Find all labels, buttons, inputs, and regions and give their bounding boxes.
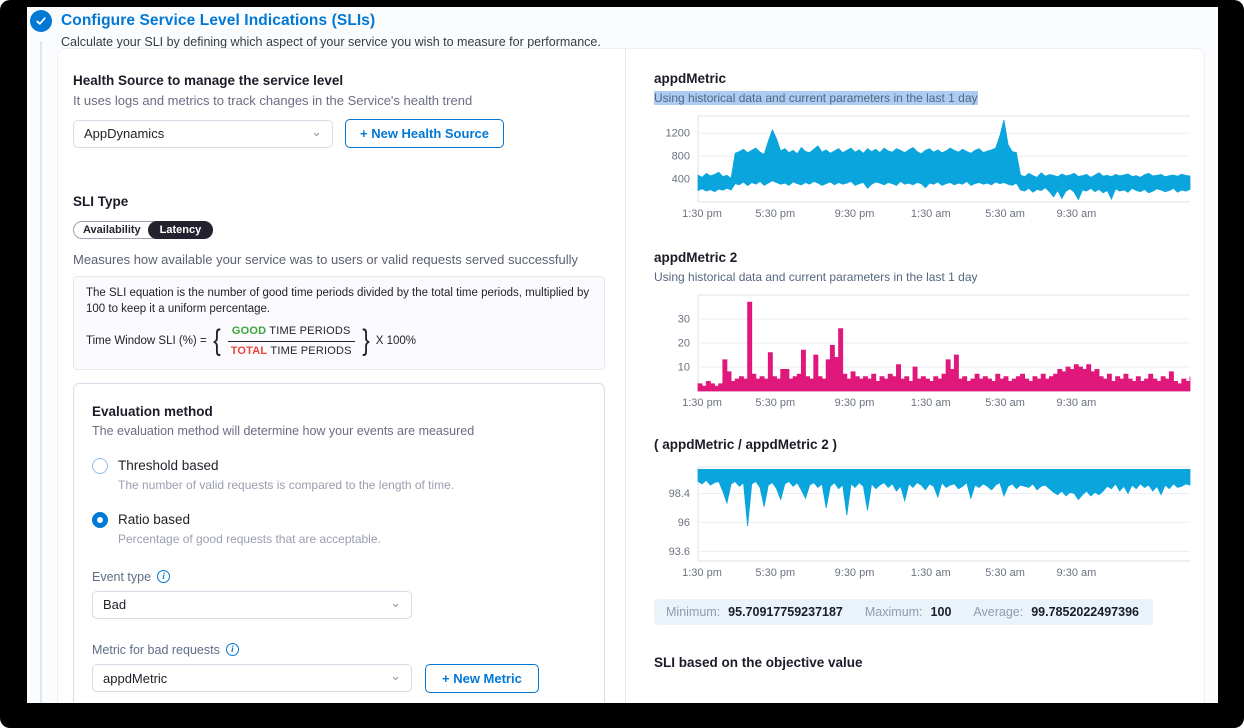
sli-type-option-latency[interactable]: Latency — [148, 221, 214, 239]
chevron-down-icon: ⌄ — [390, 671, 401, 681]
chart-title: appdMetric 2 — [654, 250, 1194, 265]
info-icon[interactable]: i — [157, 570, 170, 583]
chart-appdmetric: appdMetric Using historical data and cur… — [654, 71, 1194, 228]
chart-canvas-appdmetric: 400 800 1200 1:30 pm 5:30 pm 9:30 pm 1:30 am 5:… — [654, 111, 1194, 228]
svg-text:1:30 pm: 1:30 pm — [682, 397, 722, 409]
sli-equation-text: The SLI equation is the number of good t… — [86, 286, 592, 317]
svg-text:9:30 am: 9:30 am — [1057, 208, 1097, 220]
evaluation-method-description: The evaluation method will determine how… — [92, 424, 589, 438]
sli-equation-formula: Time Window SLI (%) = { GOOD TIME PERIOD… — [86, 324, 592, 359]
maximum-label: Maximum: — [865, 605, 923, 619]
chevron-down-icon: ⌄ — [311, 127, 322, 137]
equation-denominator-rest: TIME PERIODS — [267, 345, 351, 357]
radio-ratio-based[interactable]: Ratio based — [92, 512, 589, 528]
svg-text:1:30 am: 1:30 am — [911, 397, 951, 409]
average-label: Average: — [973, 605, 1023, 619]
threshold-based-description: The number of valid requests is compared… — [118, 478, 589, 492]
svg-text:96: 96 — [678, 517, 690, 529]
svg-text:98.4: 98.4 — [669, 488, 690, 500]
svg-text:5:30 pm: 5:30 pm — [755, 567, 795, 579]
left-brace: { — [213, 326, 221, 356]
svg-text:9:30 pm: 9:30 pm — [835, 208, 875, 220]
equation-numerator-rest: TIME PERIODS — [266, 325, 350, 337]
average-value: 99.7852022497396 — [1031, 605, 1139, 619]
svg-text:1:30 am: 1:30 am — [911, 208, 951, 220]
svg-text:5:30 pm: 5:30 pm — [755, 208, 795, 220]
step-complete-check-icon — [30, 10, 52, 32]
metric-bad-selected-value: appdMetric — [103, 671, 167, 686]
stepper-line — [40, 41, 42, 703]
evaluation-method-box: Evaluation method The evaluation method … — [73, 383, 605, 703]
chart-canvas-appdmetric2: 10 20 30 1:30 pm 5:30 pm 9:30 pm 1:30 am 5:30 a… — [654, 290, 1194, 417]
svg-text:20: 20 — [678, 338, 690, 350]
svg-text:9:30 am: 9:30 am — [1057, 397, 1097, 409]
page-title: Configure Service Level Indications (SLI… — [61, 12, 375, 30]
svg-text:93.6: 93.6 — [669, 546, 690, 558]
charts-column: appdMetric Using historical data and cur… — [626, 49, 1204, 703]
new-health-source-button[interactable]: + New Health Source — [345, 119, 504, 148]
svg-text:5:30 am: 5:30 am — [985, 208, 1025, 220]
health-source-description: It uses logs and metrics to track change… — [73, 93, 605, 108]
chart-title: appdMetric — [654, 71, 1194, 86]
radio-threshold-based[interactable]: Threshold based — [92, 458, 589, 474]
chart-appdmetric2: appdMetric 2 Using historical data and c… — [654, 250, 1194, 417]
metric-bad-select[interactable]: appdMetric ⌄ — [92, 664, 412, 692]
metric-bad-label: Metric for bad requests i — [92, 643, 589, 657]
slo-configuration-page: Configure Service Level Indications (SLI… — [27, 7, 1218, 703]
new-metric-button-bad[interactable]: + New Metric — [425, 664, 539, 693]
right-brace: } — [362, 326, 370, 356]
sli-form-column: Health Source to manage the service leve… — [58, 49, 626, 703]
event-type-select[interactable]: Bad ⌄ — [92, 591, 412, 619]
sli-type-option-availability[interactable]: Availability — [74, 222, 149, 238]
info-icon[interactable]: i — [226, 643, 239, 656]
svg-text:1:30 am: 1:30 am — [911, 567, 951, 579]
page-subtitle: Calculate your SLI by defining which asp… — [61, 35, 601, 49]
chevron-down-icon: ⌄ — [390, 598, 401, 608]
svg-text:800: 800 — [672, 151, 690, 163]
event-type-label: Event type i — [92, 570, 589, 584]
evaluation-method-title: Evaluation method — [92, 404, 589, 419]
svg-text:9:30 pm: 9:30 pm — [835, 397, 875, 409]
sli-type-toggle: Availability Latency — [73, 221, 213, 239]
window-frame: Configure Service Level Indications (SLI… — [0, 0, 1244, 728]
section-header: Configure Service Level Indications (SLI… — [30, 10, 601, 49]
equation-prefix: Time Window SLI (%) = — [86, 334, 207, 350]
ratio-stats-bar: Minimum: 95.70917759237187 Maximum: 100 … — [654, 599, 1153, 625]
svg-text:10: 10 — [678, 362, 690, 374]
radio-unselected-icon[interactable] — [92, 458, 108, 474]
svg-text:9:30 pm: 9:30 pm — [835, 567, 875, 579]
event-type-selected-value: Bad — [103, 597, 126, 612]
health-source-select[interactable]: AppDynamics ⌄ — [73, 120, 333, 148]
chart-subtitle-highlighted: Using historical data and current parame… — [654, 91, 978, 105]
equation-good-term: GOOD — [232, 325, 266, 337]
sli-type-label: SLI Type — [73, 194, 605, 209]
svg-text:1:30 pm: 1:30 pm — [682, 208, 722, 220]
equation-fraction: GOOD TIME PERIODS TOTAL TIME PERIODS — [227, 324, 356, 359]
svg-text:1:30 pm: 1:30 pm — [682, 567, 722, 579]
chart-title: ( appdMetric / appdMetric 2 ) — [654, 437, 1194, 452]
health-source-selected-value: AppDynamics — [84, 126, 164, 141]
sli-type-description: Measures how available your service was … — [73, 252, 605, 267]
minimum-label: Minimum: — [666, 605, 720, 619]
svg-text:30: 30 — [678, 314, 690, 326]
maximum-value: 100 — [931, 605, 952, 619]
radio-selected-icon[interactable] — [92, 512, 108, 528]
chart-subtitle: Using historical data and current parame… — [654, 270, 978, 284]
svg-text:1200: 1200 — [666, 128, 690, 140]
chart-canvas-ratio: 93.6 96 98.4 1:30 pm 5:30 pm 9:30 pm 1:30 am 5:… — [654, 462, 1194, 587]
minimum-value: 95.70917759237187 — [728, 605, 843, 619]
svg-text:5:30 am: 5:30 am — [985, 397, 1025, 409]
sli-objective-heading: SLI based on the objective value — [654, 655, 1194, 670]
sli-config-card: Health Source to manage the service leve… — [57, 48, 1205, 703]
equation-total-term: TOTAL — [231, 345, 268, 357]
svg-text:5:30 pm: 5:30 pm — [755, 397, 795, 409]
equation-suffix: X 100% — [376, 334, 416, 350]
health-source-label: Health Source to manage the service leve… — [73, 73, 605, 88]
svg-text:400: 400 — [672, 174, 690, 186]
sli-equation-box: The SLI equation is the number of good t… — [73, 276, 605, 370]
ratio-based-description: Percentage of good requests that are acc… — [118, 532, 589, 546]
svg-text:9:30 am: 9:30 am — [1057, 567, 1097, 579]
chart-ratio: ( appdMetric / appdMetric 2 ) 93.6 96 98.4… — [654, 437, 1194, 587]
svg-text:5:30 am: 5:30 am — [985, 567, 1025, 579]
